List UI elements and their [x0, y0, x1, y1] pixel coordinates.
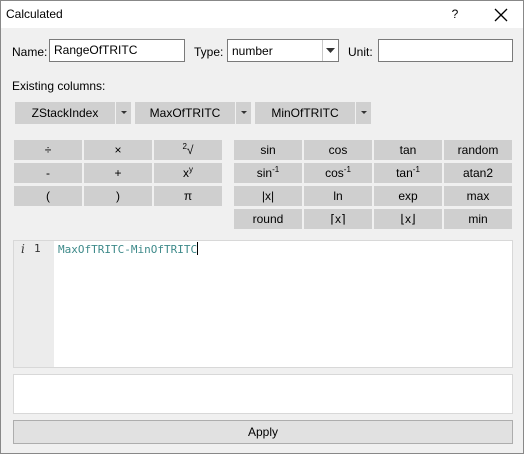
column-name: MinOfTRITC [271, 106, 339, 120]
exp-button[interactable]: exp [374, 186, 442, 206]
minus-button[interactable]: - [14, 163, 82, 183]
open-paren-button[interactable]: ( [14, 186, 82, 206]
name-field[interactable]: RangeOfTRITC [49, 39, 185, 62]
abs-button[interactable]: |x| [234, 186, 302, 206]
sin-button[interactable]: sin [234, 140, 302, 160]
type-value: number [232, 44, 273, 58]
min-button[interactable]: min [444, 209, 512, 229]
unit-field[interactable] [378, 39, 513, 62]
atan-label: tan [396, 166, 413, 180]
existing-columns-label: Existing columns: [12, 79, 106, 93]
name-value: RangeOfTRITC [54, 43, 138, 57]
apply-button[interactable]: Apply [13, 420, 513, 444]
column-name: ZStackIndex [31, 106, 99, 120]
atan2-button[interactable]: atan2 [444, 163, 512, 183]
info-icon: i [21, 242, 25, 256]
acos-label: cos [325, 166, 344, 180]
window-title: Calculated [6, 7, 63, 21]
asin-button[interactable]: sin-1 [234, 163, 302, 183]
expression-editor[interactable]: i 1 MaxOfTRITC-MinOfTRITC [13, 240, 513, 368]
power-exponent: y [189, 165, 193, 174]
max-button[interactable]: max [444, 186, 512, 206]
column-dropdown[interactable] [115, 102, 131, 124]
column-dropdown[interactable] [235, 102, 251, 124]
pi-button[interactable]: π [154, 186, 222, 206]
close-button[interactable] [486, 1, 516, 28]
calculated-dialog: Calculated ? Name: RangeOfTRITC Type: nu… [0, 0, 524, 454]
chevron-down-icon [240, 111, 247, 114]
floor-button[interactable]: ⌊x⌋ [374, 209, 442, 229]
plus-button[interactable]: + [84, 163, 152, 183]
divide-button[interactable]: ÷ [14, 140, 82, 160]
root-button[interactable]: 2√ [154, 140, 222, 160]
unit-label: Unit: [348, 45, 373, 59]
result-output [13, 374, 513, 414]
inverse-exponent: -1 [412, 165, 420, 174]
title-bar: Calculated ? [1, 1, 523, 28]
inverse-exponent: -1 [272, 165, 280, 174]
inverse-exponent: -1 [343, 165, 351, 174]
ceil-button[interactable]: ⌈x⌉ [304, 209, 372, 229]
sqrt-icon: √ [186, 143, 194, 157]
help-button[interactable]: ? [440, 1, 470, 28]
acos-button[interactable]: cos-1 [304, 163, 372, 183]
random-button[interactable]: random [444, 140, 512, 160]
expression-value: MaxOfTRITC-MinOfTRITC [58, 243, 198, 256]
column-button-minoftritc[interactable]: MinOfTRITC [255, 102, 371, 124]
type-label: Type: [194, 45, 224, 59]
column-name: MaxOfTRITC [149, 106, 221, 120]
chevron-down-icon [326, 47, 335, 53]
type-dropdown-arrow[interactable] [322, 40, 338, 61]
column-dropdown[interactable] [355, 102, 371, 124]
column-button-maxoftritc[interactable]: MaxOfTRITC [135, 102, 251, 124]
cos-button[interactable]: cos [304, 140, 372, 160]
chevron-down-icon [120, 111, 127, 114]
asin-label: sin [256, 166, 273, 180]
column-button-zstackindex[interactable]: ZStackIndex [15, 102, 131, 124]
line-number: 1 [34, 242, 41, 255]
text-cursor [197, 242, 199, 255]
ln-button[interactable]: ln [304, 186, 372, 206]
editor-gutter: i 1 [14, 241, 54, 367]
expression-text[interactable]: MaxOfTRITC-MinOfTRITC [58, 242, 199, 256]
name-label: Name: [12, 45, 48, 59]
close-icon [494, 8, 508, 21]
round-button[interactable]: round [234, 209, 302, 229]
power-button[interactable]: xy [154, 163, 222, 183]
atan-button[interactable]: tan-1 [374, 163, 442, 183]
chevron-down-icon [360, 111, 367, 114]
multiply-button[interactable]: × [84, 140, 152, 160]
close-paren-button[interactable]: ) [84, 186, 152, 206]
tan-button[interactable]: tan [374, 140, 442, 160]
type-select[interactable]: number [227, 39, 339, 62]
